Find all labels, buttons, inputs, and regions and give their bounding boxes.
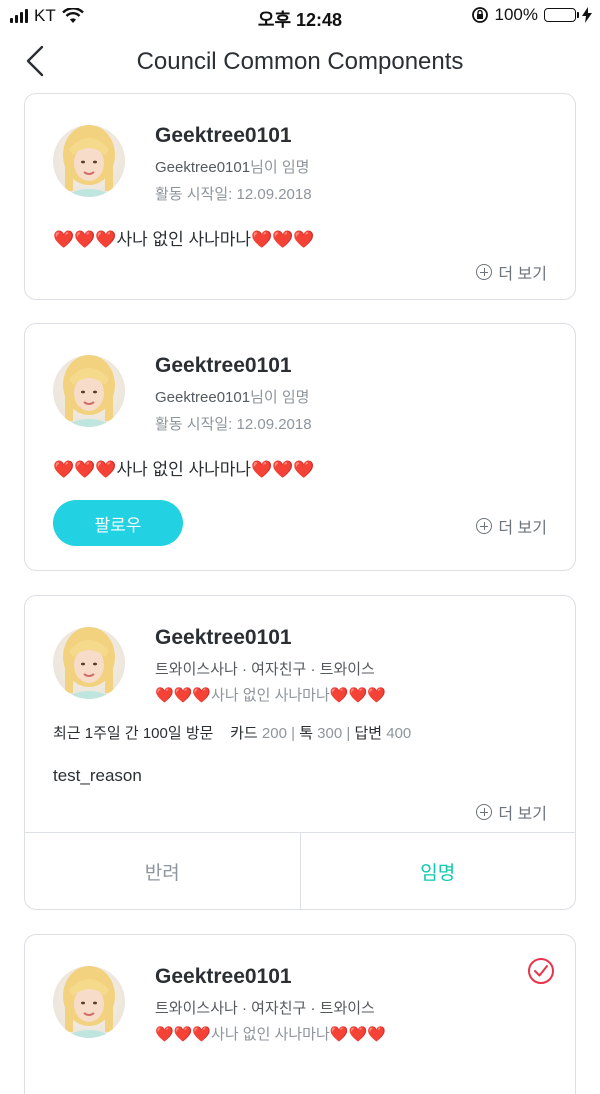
card-stat-label: 카드	[230, 725, 258, 742]
reject-button[interactable]: 반려	[25, 833, 301, 909]
appoint-button[interactable]: 임명	[301, 833, 576, 909]
status-bar: KT 오후 12:48 100%	[0, 0, 600, 32]
more-button[interactable]: 더 보기	[476, 800, 547, 824]
status-right: 100%	[471, 5, 592, 25]
battery-percent: 100%	[494, 5, 538, 24]
talk-stat-label: 톡	[299, 725, 313, 742]
action-bar: 반려 임명	[25, 832, 575, 909]
charging-icon	[582, 7, 592, 23]
activity-start: 활동 시작일: 12.09.2018	[155, 186, 312, 203]
appointed-suffix: 님이 임명	[250, 389, 310, 406]
stat-separator: |	[291, 725, 296, 742]
selected-candidate-card: Geektree0101 트와이스사나 · 여자친구 · 트와이스 ❤️❤️❤️…	[24, 934, 576, 1094]
activity-stats: 최근 1주일 간 100일 방문 카드 200 | 톡 300 | 답변 400	[53, 722, 411, 743]
answer-stat-label: 답변	[354, 725, 383, 742]
member-name: Geektree0101	[155, 965, 292, 988]
member-bio: ❤️❤️❤️사나 없인 사나마나❤️❤️❤️	[155, 1026, 386, 1043]
stat-separator: |	[346, 725, 351, 742]
follow-button[interactable]: 팔로우	[53, 500, 183, 546]
more-label: 더 보기	[498, 520, 547, 537]
navigation-bar: Council Common Components	[0, 32, 600, 92]
battery-icon	[544, 8, 579, 22]
description: ❤️❤️❤️사나 없인 사나마나❤️❤️❤️	[53, 460, 315, 479]
avatar	[53, 125, 125, 197]
appointed-suffix: 님이 임명	[250, 159, 310, 176]
member-card-2: Geektree0101 Geektree0101님이 임명 활동 시작일: 1…	[24, 323, 576, 571]
member-name: Geektree0101	[155, 626, 292, 649]
member-tags: 트와이스사나 · 여자친구 · 트와이스	[155, 1000, 375, 1017]
talk-stat-value: 300	[317, 725, 343, 742]
plus-circle-icon	[476, 518, 493, 534]
activity-start: 활동 시작일: 12.09.2018	[155, 416, 312, 433]
page-title: Council Common Components	[136, 48, 464, 75]
orientation-lock-icon	[471, 7, 488, 23]
check-circle-icon[interactable]	[527, 957, 555, 985]
plus-circle-icon	[476, 804, 493, 820]
avatar	[53, 966, 125, 1038]
appointed-by-name: Geektree0101	[155, 389, 251, 406]
more-button[interactable]: 더 보기	[476, 260, 547, 284]
more-label: 더 보기	[498, 806, 547, 823]
member-card-1: Geektree0101 Geektree0101님이 임명 활동 시작일: 1…	[24, 93, 576, 300]
visit-stat: 최근 1주일 간 100일 방문	[53, 725, 214, 742]
member-name: Geektree0101	[155, 124, 292, 147]
member-name: Geektree0101	[155, 354, 292, 377]
description: ❤️❤️❤️사나 없인 사나마나❤️❤️❤️	[53, 230, 315, 249]
card-stat-value: 200	[261, 725, 287, 742]
reason-text: test_reason	[53, 766, 142, 785]
candidate-card: Geektree0101 트와이스사나 · 여자친구 · 트와이스 ❤️❤️❤️…	[24, 595, 576, 910]
appointed-by: Geektree0101님이 임명	[155, 386, 309, 407]
member-bio: ❤️❤️❤️사나 없인 사나마나❤️❤️❤️	[155, 687, 386, 704]
avatar	[53, 627, 125, 699]
plus-circle-icon	[476, 264, 493, 280]
avatar	[53, 355, 125, 427]
member-tags: 트와이스사나 · 여자친구 · 트와이스	[155, 661, 375, 678]
appointed-by: Geektree0101님이 임명	[155, 156, 309, 177]
more-label: 더 보기	[498, 266, 547, 283]
appointed-by-name: Geektree0101	[155, 159, 251, 176]
answer-stat-value: 400	[386, 725, 412, 742]
more-button[interactable]: 더 보기	[476, 514, 547, 538]
